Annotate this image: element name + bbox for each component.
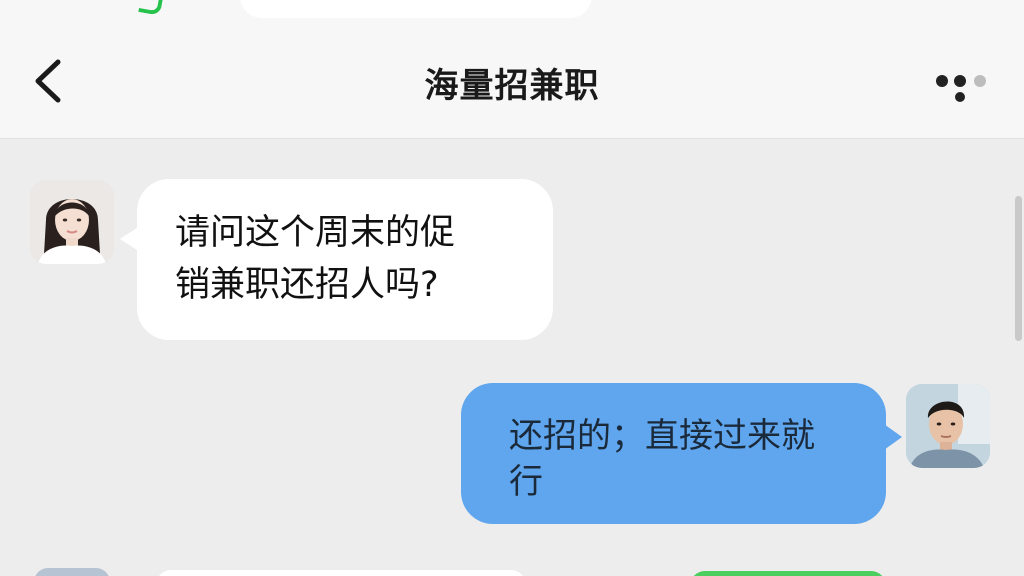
next-outgoing-bubble <box>690 571 886 576</box>
scrollbar[interactable] <box>1015 196 1022 341</box>
more-dots-icon <box>936 75 986 102</box>
chat-screen: 海量招兼职 请问这个周末的促 销兼职还招人吗? 还招的；直接过来就 行 <box>0 0 1024 576</box>
next-incoming-bubble <box>156 570 526 576</box>
next-message-avatar <box>34 568 110 576</box>
male-avatar[interactable] <box>906 384 990 468</box>
female-avatar-image <box>30 180 114 264</box>
previous-message-bubble <box>240 0 592 18</box>
male-avatar-image <box>906 384 990 468</box>
more-options-button[interactable] <box>928 64 992 104</box>
previous-message-mark <box>138 0 164 16</box>
outgoing-bubble-tail <box>884 424 902 450</box>
incoming-message-bubble[interactable]: 请问这个周末的促 销兼职还招人吗? <box>137 179 553 340</box>
page-title: 海量招兼职 <box>424 66 600 106</box>
chat-header: 海量招兼职 <box>0 0 1024 139</box>
message-line: 行 <box>509 462 543 502</box>
female-avatar[interactable] <box>30 180 114 264</box>
message-line: 销兼职还招人吗? <box>175 265 439 305</box>
message-line: 请问这个周末的促 <box>175 213 456 253</box>
message-line: 还招的；直接过来就 <box>509 416 815 456</box>
outgoing-message-bubble[interactable]: 还招的；直接过来就 行 <box>461 383 886 524</box>
